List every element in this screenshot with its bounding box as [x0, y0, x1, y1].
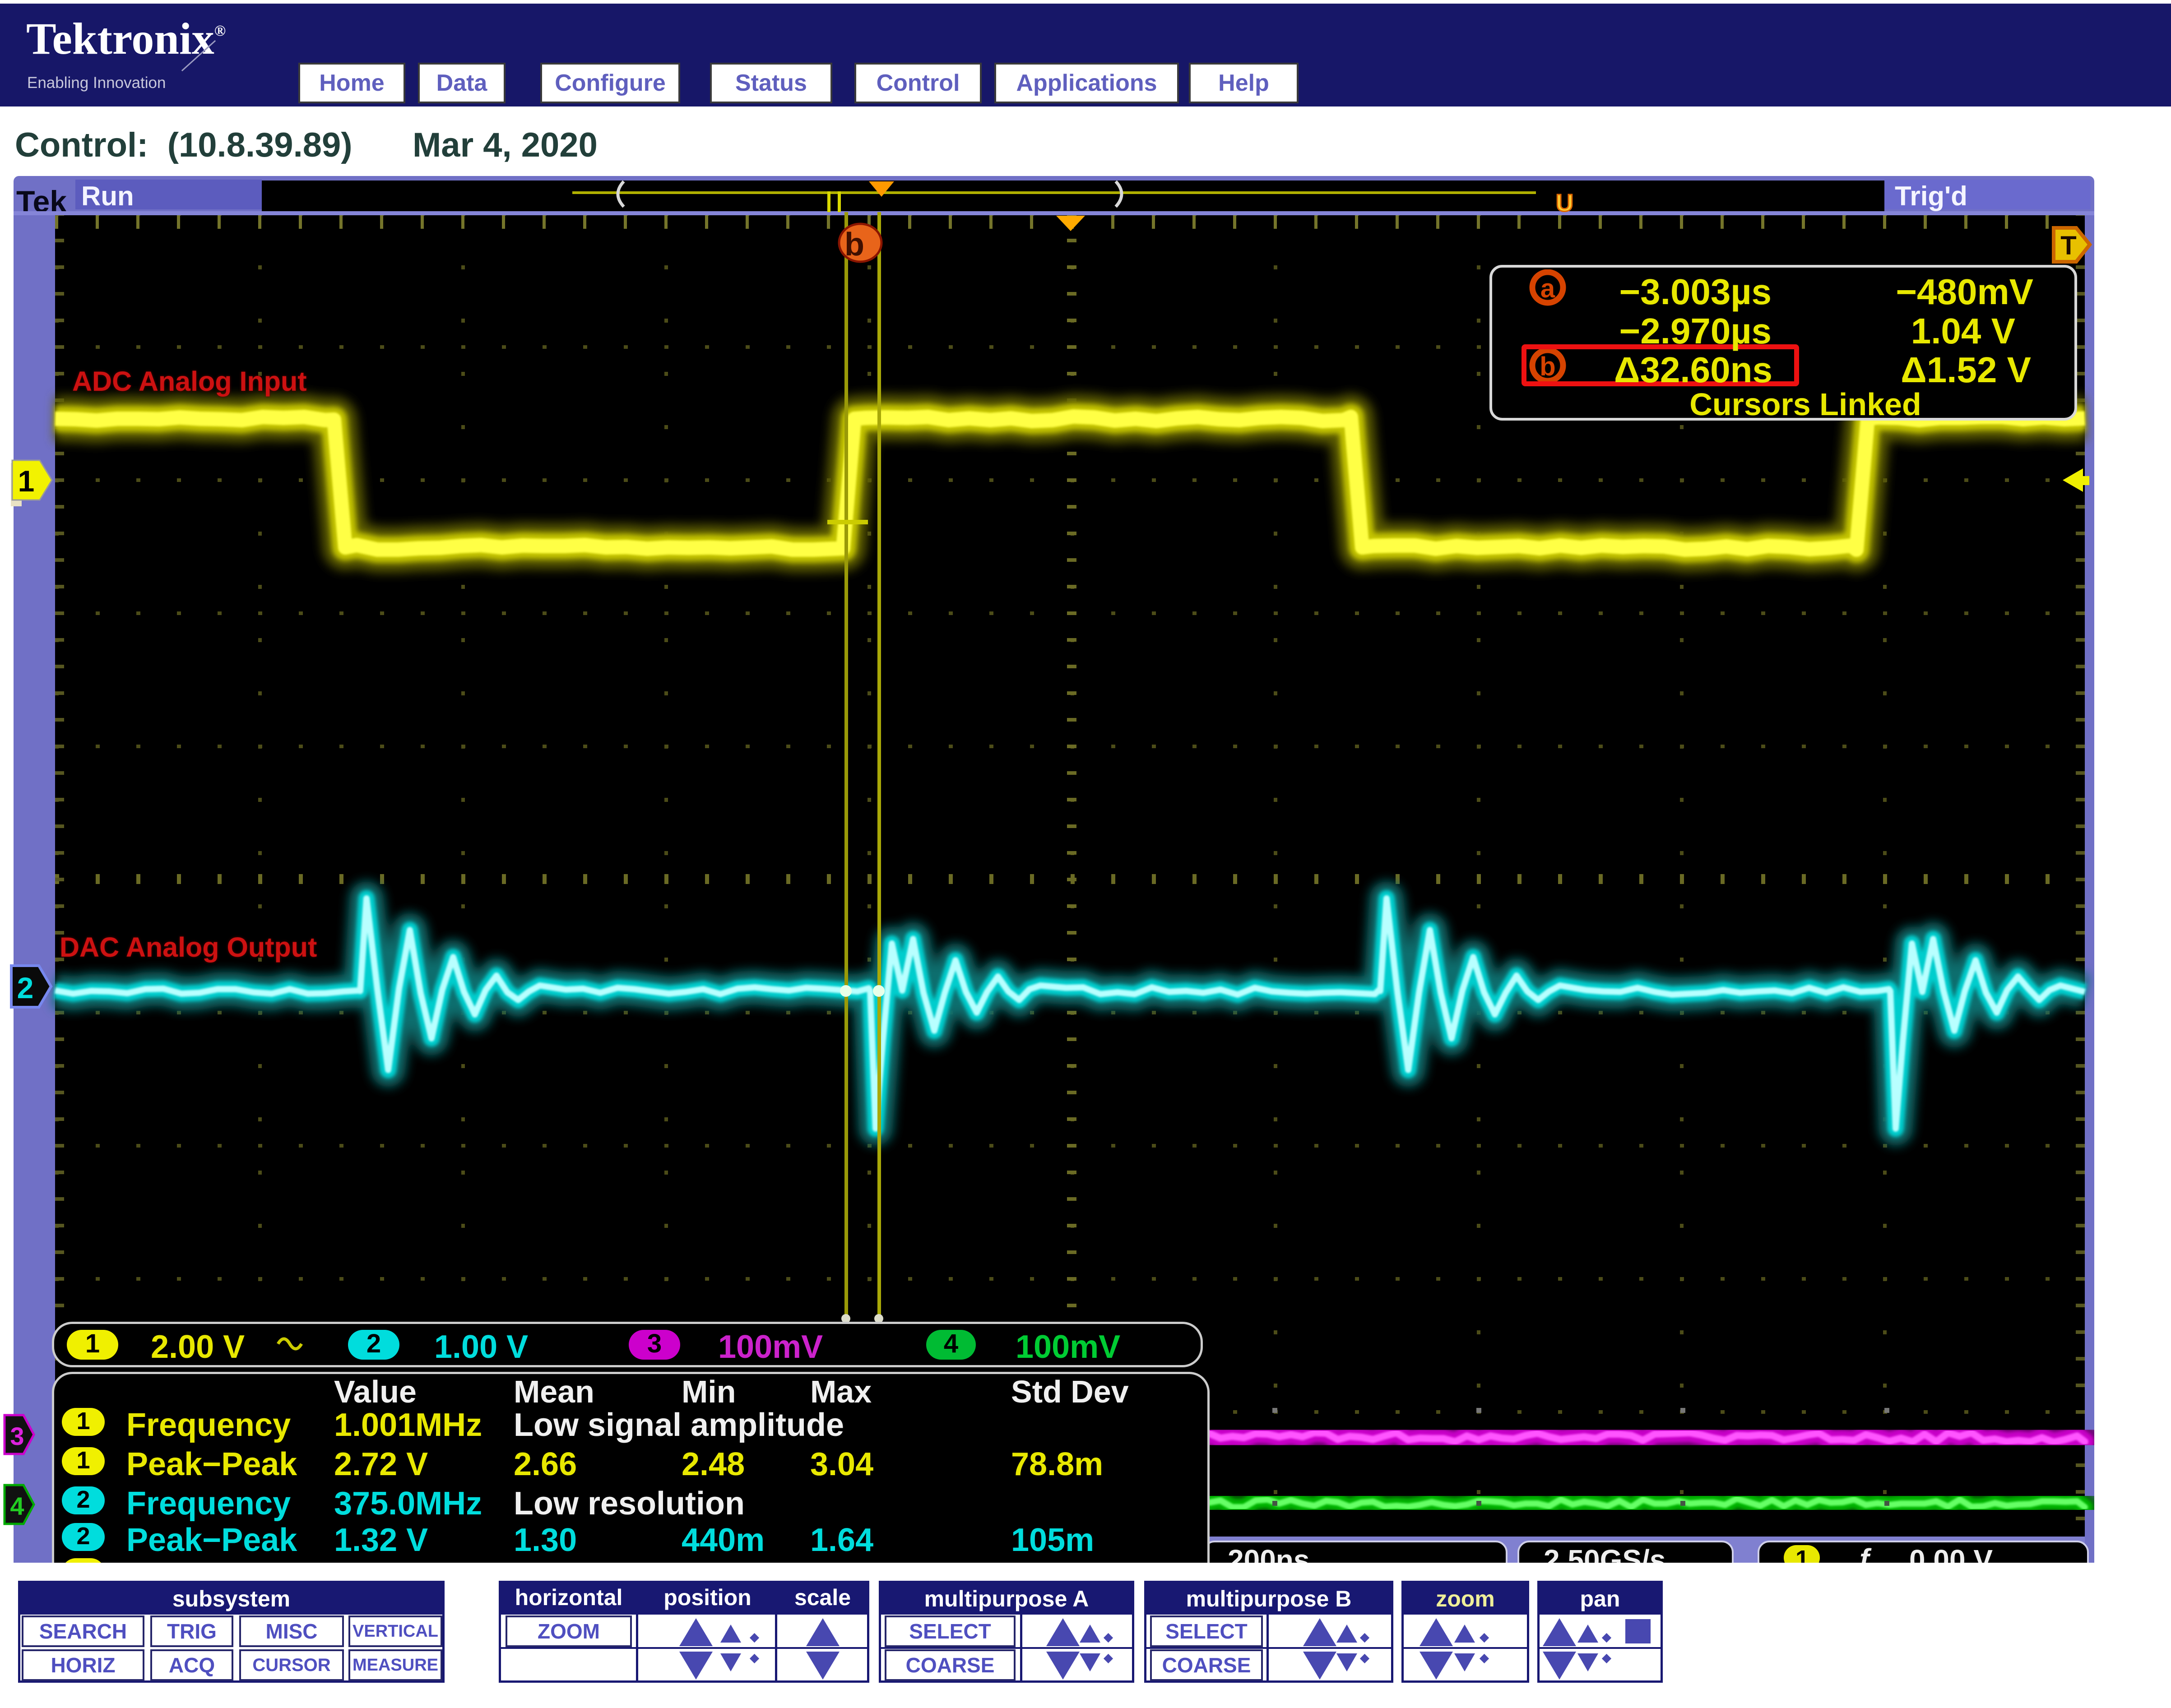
svg-text:4: 4	[10, 1492, 24, 1520]
svg-text:1: 1	[18, 464, 35, 498]
svg-text:2: 2	[17, 971, 34, 1004]
svg-text:3: 3	[10, 1422, 24, 1450]
